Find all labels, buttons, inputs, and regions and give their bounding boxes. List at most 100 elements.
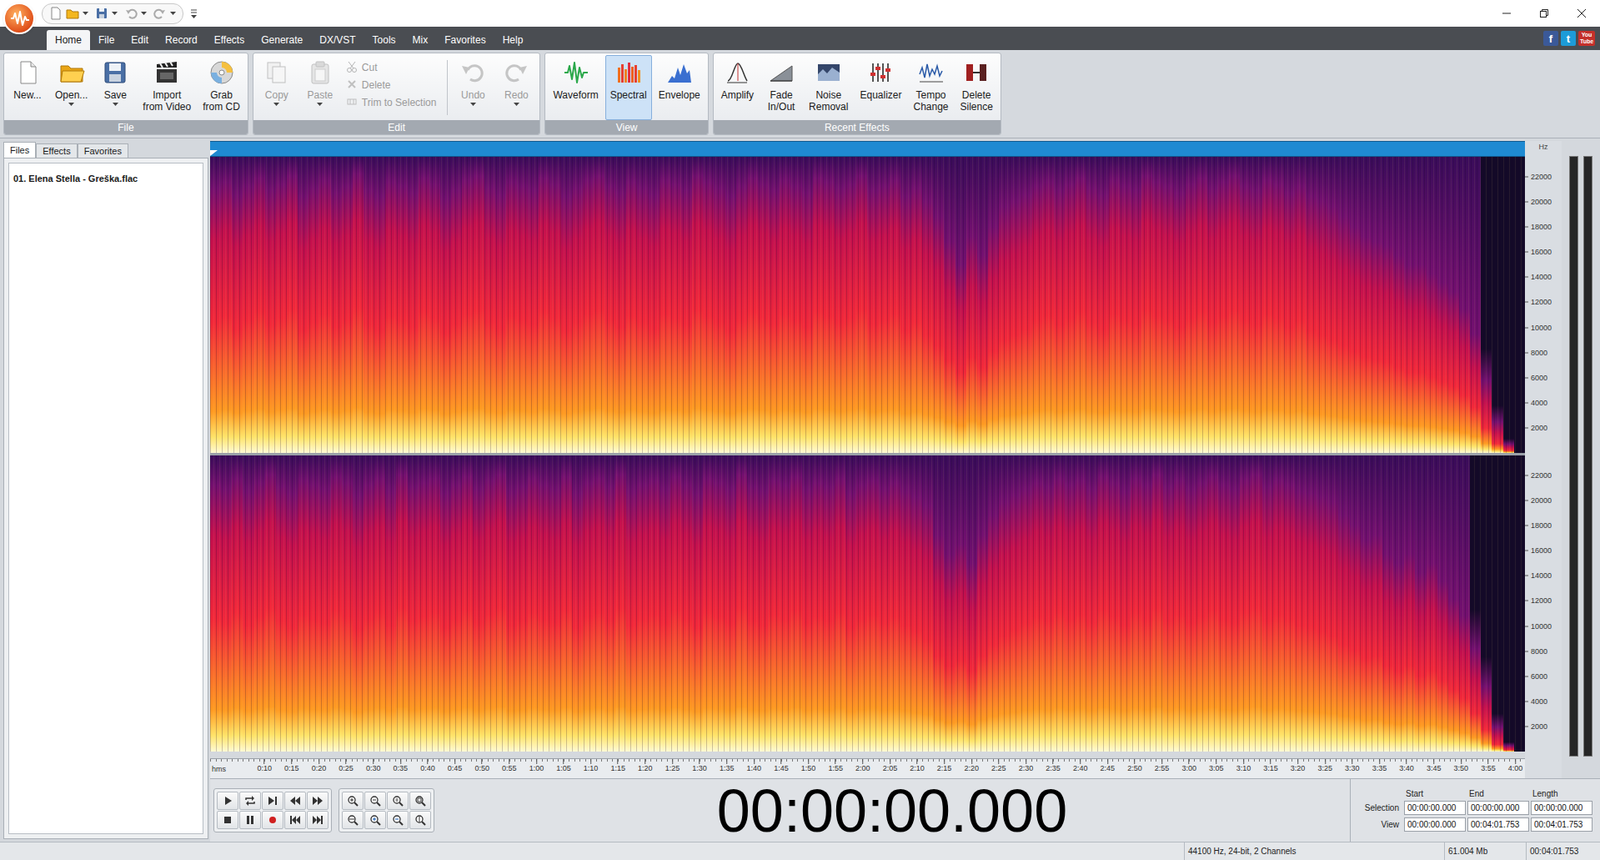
menu-tab[interactable]: Favorites	[436, 30, 494, 51]
time-ruler[interactable]: hms0:100:150:200:250:300:350:400:450:500…	[210, 757, 1525, 778]
transport-button[interactable]	[306, 791, 329, 810]
ribbon-button-label: Tempo Change	[912, 89, 948, 113]
ribbon-button[interactable]: Amplify	[716, 55, 759, 121]
zoom-button[interactable]	[386, 791, 409, 810]
ribbon-button[interactable]: Import from Video	[137, 55, 196, 121]
zoom-button[interactable]	[409, 810, 432, 829]
ruler-label: 0:35	[393, 758, 409, 773]
panel-tab[interactable]: Effects	[35, 143, 77, 158]
spectrogram-column	[812, 156, 824, 453]
menu-tab-label: DX/VST	[319, 32, 356, 48]
ribbon-button[interactable]: Open...	[50, 55, 93, 121]
spectrogram-column	[352, 156, 364, 453]
app-logo[interactable]	[3, 2, 36, 35]
ribbon-button[interactable]: Waveform	[547, 55, 603, 121]
menu-tab[interactable]: Home	[46, 30, 91, 51]
ribbon-button-label: Waveform	[552, 89, 598, 101]
menu-tab[interactable]: Record	[156, 30, 206, 51]
ribbon-button[interactable]: Tempo Change	[907, 55, 953, 121]
ribbon-button[interactable]: Noise Removal	[803, 55, 853, 121]
transport-button[interactable]	[216, 810, 239, 829]
ribbon-button[interactable]: Save	[94, 55, 136, 121]
menu-tab[interactable]: DX/VST	[310, 30, 364, 51]
ribbon-button-label: Redo	[504, 89, 529, 101]
ribbon-button[interactable]: Spectral	[605, 55, 653, 121]
window-button[interactable]	[1524, 0, 1563, 27]
spectrogram-column	[900, 156, 912, 453]
social-link[interactable]: You Tube	[1578, 30, 1595, 46]
time-value: 00:04:01.753	[1470, 817, 1520, 831]
window-button[interactable]	[1562, 0, 1600, 27]
selection-panel: StartEndLengthSelection00:00:00.00000:00…	[1349, 778, 1600, 842]
time-field[interactable]: 00:00:00.000	[1530, 800, 1593, 815]
transport-button[interactable]	[239, 810, 261, 829]
zoom-button[interactable]	[341, 810, 364, 829]
zoom-button[interactable]	[364, 791, 387, 810]
menu-tab-label: Generate	[260, 32, 303, 48]
spectrogram-texture	[210, 156, 1525, 453]
minimize-icon	[1502, 9, 1511, 18]
ribbon-button-label: Cut	[361, 61, 378, 74]
menu-tab[interactable]: Edit	[122, 30, 157, 51]
ribbon-button-state: Paste	[307, 89, 334, 101]
spectrogram-column	[297, 455, 309, 752]
zoom-button[interactable]	[386, 810, 409, 829]
ribbon-small-button[interactable]: Cut	[346, 58, 441, 76]
spectrogram-column	[571, 156, 583, 453]
social-link[interactable]: t	[1560, 30, 1576, 46]
zoom-button[interactable]	[409, 791, 432, 810]
time-field[interactable]: 00:00:00.000	[1404, 800, 1466, 815]
dropdown-arrow-icon	[170, 11, 176, 16]
transport-button[interactable]	[216, 791, 239, 810]
spectrogram-column	[867, 455, 878, 752]
zoom-button[interactable]	[341, 791, 364, 810]
ribbon-button[interactable]: Redo	[495, 55, 537, 121]
tick-mark	[590, 758, 592, 764]
ruler-time: 2:15	[937, 764, 953, 773]
transport-button[interactable]	[284, 791, 306, 810]
ribbon-button[interactable]: Equalizer	[854, 55, 907, 121]
time-field[interactable]: 00:04:01.753	[1530, 817, 1593, 832]
menu-tab[interactable]: File	[90, 30, 123, 51]
panel-tab[interactable]: Favorites	[77, 143, 129, 158]
tick-mark	[1514, 758, 1516, 764]
transport-button[interactable]	[306, 810, 329, 829]
transport-button[interactable]	[239, 791, 261, 810]
panel-tab[interactable]: Files	[3, 141, 36, 158]
spectrogram-column	[1119, 455, 1131, 752]
menu-tab[interactable]: Mix	[404, 30, 437, 51]
window-button[interactable]	[1487, 0, 1525, 27]
ribbon-small-button[interactable]: Delete	[346, 75, 441, 93]
menu-tab[interactable]: Tools	[364, 30, 405, 51]
ribbon-button[interactable]: Envelope	[653, 55, 706, 121]
file-item[interactable]: 01. Elena Stella - Greška.flac	[10, 165, 201, 191]
ribbon-button[interactable]: Fade In/Out	[760, 55, 803, 121]
tick-mark	[617, 758, 619, 764]
transport-button[interactable]	[284, 810, 306, 829]
zoom-button[interactable]	[364, 810, 387, 829]
transport-button[interactable]	[261, 791, 284, 810]
ribbon-button-label: Noise Removal	[808, 89, 848, 113]
transport-button[interactable]	[261, 810, 284, 829]
ribbon-button[interactable]: Undo	[451, 55, 494, 121]
time-field[interactable]: 00:04:01.753	[1467, 817, 1530, 832]
time-field[interactable]: 00:00:00.000	[1404, 817, 1466, 832]
ribbon-small-button[interactable]: Trim to Selection	[346, 93, 441, 111]
menu-tab[interactable]: Effects	[205, 30, 253, 51]
channel-spectrogram[interactable]	[210, 156, 1525, 453]
menu-tab[interactable]: Help	[494, 30, 532, 51]
menu-tab[interactable]: Generate	[252, 30, 311, 51]
file-name: 01. Elena Stella - Greška.flac	[13, 173, 138, 184]
spectrogram-column	[407, 156, 419, 453]
ribbon-button[interactable]: Copy	[255, 55, 298, 121]
ribbon-button[interactable]: Grab from CD	[197, 55, 246, 121]
overview-bar[interactable]	[210, 140, 1525, 157]
ribbon-button[interactable]: New...	[6, 55, 49, 121]
axis-spacer	[1524, 757, 1562, 778]
channel-spectrogram[interactable]	[210, 455, 1525, 752]
ribbon-button[interactable]: Delete Silence	[955, 55, 999, 121]
ribbon-button[interactable]: Paste	[299, 55, 342, 121]
time-field[interactable]: 00:00:00.000	[1467, 800, 1530, 815]
spectrogram-column	[823, 455, 835, 752]
social-link[interactable]: f	[1543, 30, 1559, 46]
